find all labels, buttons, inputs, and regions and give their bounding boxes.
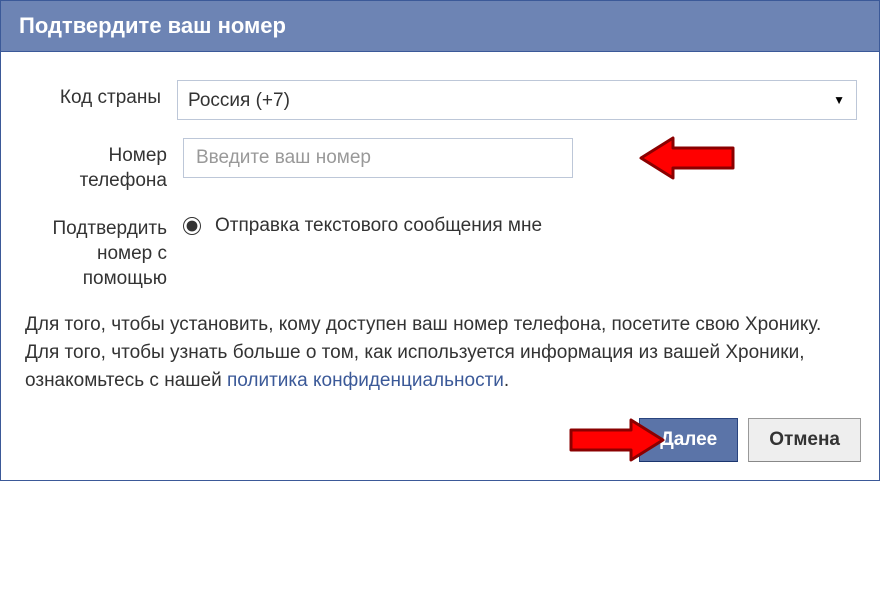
info-part2: .	[504, 370, 509, 391]
dialog-body: Код страны Россия (+7) Номер телефона	[1, 52, 879, 404]
confirm-number-dialog: Подтвердите ваш номер Код страны Россия …	[0, 0, 880, 481]
phone-input[interactable]	[183, 138, 573, 178]
label-phone: Номер телефона	[23, 138, 183, 193]
cancel-button[interactable]: Отмена	[748, 418, 861, 462]
row-phone: Номер телефона	[23, 138, 857, 193]
country-select[interactable]: Россия (+7)	[177, 80, 857, 120]
dialog-header: Подтвердите ваш номер	[1, 1, 879, 52]
label-confirm: Подтвердить номер с помощью	[23, 211, 183, 291]
confirm-radio-sms[interactable]	[183, 217, 201, 235]
dialog-title: Подтвердите ваш номер	[19, 13, 286, 38]
confirm-radio-label: Отправка текстового сообщения мне	[215, 215, 542, 237]
label-country: Код страны	[23, 80, 177, 111]
privacy-policy-link[interactable]: политика конфиденциальности	[227, 370, 504, 391]
row-confirm: Подтвердить номер с помощью Отправка тек…	[23, 211, 857, 291]
next-button[interactable]: Далее	[639, 418, 738, 462]
dialog-footer: Далее Отмена	[1, 404, 879, 480]
row-country: Код страны Россия (+7)	[23, 80, 857, 120]
info-text: Для того, чтобы установить, кому доступе…	[23, 311, 857, 394]
country-select-wrap: Россия (+7)	[177, 80, 857, 120]
